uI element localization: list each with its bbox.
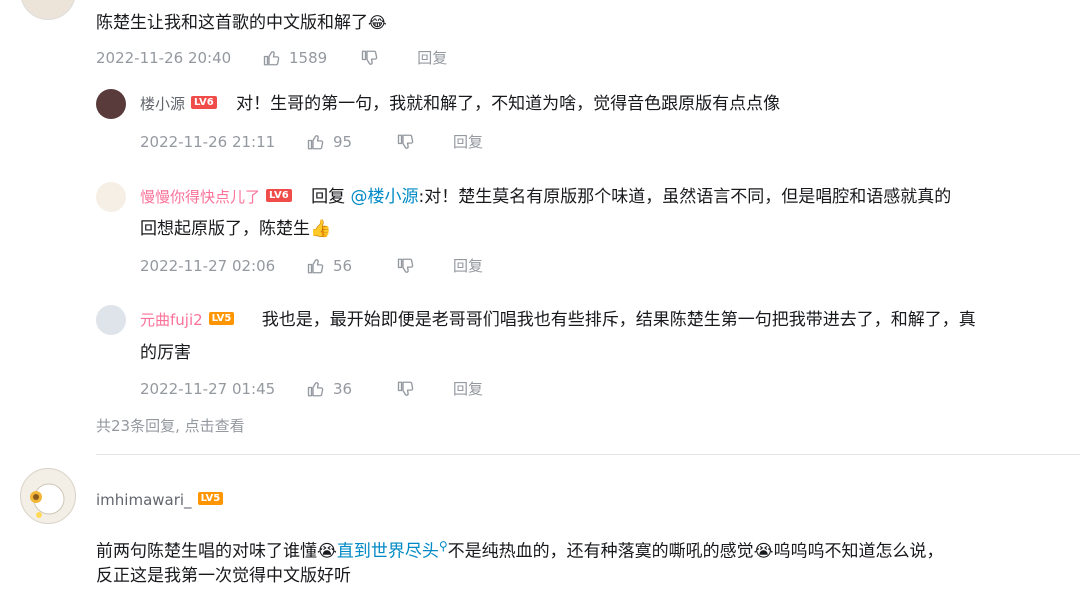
- dislike-button[interactable]: [397, 380, 415, 398]
- thumbs-up-icon: [263, 50, 280, 65]
- reply-text: 我也是，最开始即便是老哥哥们唱我也有些排斥，结果陈楚生第一句把我带进去了，和解了…: [261, 310, 976, 330]
- reply-text: 回想起原版了，陈楚生: [140, 219, 310, 239]
- dislike-button[interactable]: [361, 49, 379, 67]
- crying-emoji-icon: 😭: [317, 541, 337, 562]
- username[interactable]: 元曲fuji2: [140, 311, 203, 329]
- search-icon[interactable]: ⚲: [439, 539, 448, 553]
- reply-text: :对！楚生莫名有原版那个味道，虽然语言不同，但是唱腔和语感就真的: [418, 187, 952, 207]
- reply-meta: 2022-11-26 21:11 95 回复: [140, 131, 483, 152]
- comment-content: 反正这是我第一次觉得中文版好听: [96, 566, 351, 586]
- user-avatar[interactable]: [20, 468, 76, 524]
- comment-header: imhimawari_ LV5: [96, 490, 231, 509]
- username[interactable]: 慢慢你得快点儿了: [140, 188, 260, 206]
- search-link[interactable]: 直到世界尽头: [337, 542, 439, 562]
- reply-text: 对！生哥的第一句，我就和解了，不知道为啥，觉得音色跟原版有点点像: [236, 94, 781, 114]
- reply-text-continued: 的厉害: [140, 338, 191, 368]
- comment-content: 不是纯热血的，还有种落寞的嘶吼的感觉: [447, 541, 754, 562]
- reply-button[interactable]: 回复: [453, 131, 483, 152]
- level-badge: LV6: [191, 95, 217, 109]
- reply-text-continued: 回想起原版了，陈楚生👍: [140, 214, 331, 244]
- username[interactable]: imhimawari_: [96, 491, 192, 509]
- like-count: 56: [333, 256, 353, 275]
- like-button[interactable]: 56: [307, 257, 363, 275]
- comment-divider: [96, 454, 1080, 455]
- user-avatar[interactable]: [96, 305, 126, 335]
- level-badge: LV5: [208, 311, 235, 325]
- reply-time: 2022-11-27 01:45: [140, 379, 276, 398]
- thumbs-down-icon: [397, 381, 414, 396]
- dislike-button[interactable]: [397, 133, 415, 151]
- view-more-replies-text[interactable]: 共23条回复, 点击查看: [96, 415, 245, 436]
- comment-meta: 2022-11-26 20:40 1589 回复: [96, 47, 447, 68]
- like-button[interactable]: 1589: [263, 49, 327, 67]
- user-avatar[interactable]: [20, 0, 76, 20]
- sunflower-icon: [30, 483, 65, 518]
- user-avatar[interactable]: [96, 89, 126, 119]
- reply-button[interactable]: 回复: [453, 378, 483, 399]
- level-badge: LV5: [197, 492, 224, 505]
- user-mention-link[interactable]: @楼小源: [351, 187, 419, 207]
- dislike-button[interactable]: [397, 257, 415, 275]
- reply-line: 楼小源 LV6 对！生哥的第一句，我就和解了，不知道为啥，觉得音色跟原版有点点像: [140, 89, 1070, 119]
- like-button[interactable]: 95: [307, 133, 363, 151]
- reply-line: 慢慢你得快点儿了 LV6 回复 @楼小源:对！楚生莫名有原版那个味道，虽然语言不同…: [140, 182, 1070, 212]
- reply-time: 2022-11-26 21:11: [140, 132, 276, 151]
- reply-button[interactable]: 回复: [453, 255, 483, 276]
- thumbs-up-icon: [307, 134, 324, 149]
- like-button[interactable]: 36: [307, 380, 363, 398]
- like-count: 1589: [289, 48, 328, 67]
- reply-meta: 2022-11-27 01:45 36 回复: [140, 378, 483, 399]
- reply-meta: 2022-11-27 02:06 56 回复: [140, 255, 483, 276]
- reply-line: 元曲fuji2 LV5 我也是，最开始即便是老哥哥们唱我也有些排斥，结果陈楚生第一…: [140, 305, 1070, 335]
- comment-content: 陈楚生让我和这首歌的中文版和解了: [96, 13, 368, 33]
- comment-content: 前两句陈楚生唱的对味了谁懂: [96, 541, 317, 562]
- user-avatar[interactable]: [96, 182, 126, 212]
- comment-text: 陈楚生让我和这首歌的中文版和解了😂: [96, 8, 387, 38]
- reply-item: 楼小源 LV6 对！生哥的第一句，我就和解了，不知道为啥，觉得音色跟原版有点点像 …: [96, 89, 1066, 159]
- like-count: 95: [333, 132, 353, 151]
- comment-time: 2022-11-26 20:40: [96, 48, 232, 67]
- thumbs-up-icon: [307, 258, 324, 273]
- username[interactable]: 楼小源: [140, 95, 185, 113]
- reply-item: 元曲fuji2 LV5 我也是，最开始即便是老哥哥们唱我也有些排斥，结果陈楚生第一…: [96, 305, 1066, 405]
- comment-content: 呜呜呜不知道怎么说，: [773, 541, 944, 562]
- comment-text-continued: 反正这是我第一次觉得中文版好听: [96, 561, 351, 591]
- like-count: 36: [333, 379, 353, 398]
- level-badge: LV6: [266, 188, 292, 202]
- view-more-replies[interactable]: 共23条回复, 点击查看: [96, 415, 245, 436]
- crying-emoji-icon: 😭: [753, 541, 774, 562]
- reply-prefix: 回复: [311, 187, 346, 207]
- reply-time: 2022-11-27 02:06: [140, 256, 276, 275]
- thumbs-down-icon: [397, 134, 414, 149]
- thumbs-up-emoji-icon: 👍: [310, 219, 332, 239]
- reply-button[interactable]: 回复: [417, 47, 447, 68]
- laugh-emoji-icon: 😂: [368, 13, 387, 32]
- comment-section: 陈楚生让我和这首歌的中文版和解了😂 2022-11-26 20:40 1589 …: [0, 0, 1080, 604]
- thumbs-down-icon: [362, 50, 378, 65]
- reply-item: 慢慢你得快点儿了 LV6 回复 @楼小源:对！楚生莫名有原版那个味道，虽然语言不同…: [96, 182, 1066, 282]
- thumbs-down-icon: [397, 258, 414, 273]
- thumbs-up-icon: [307, 381, 324, 396]
- reply-text: 的厉害: [140, 343, 191, 363]
